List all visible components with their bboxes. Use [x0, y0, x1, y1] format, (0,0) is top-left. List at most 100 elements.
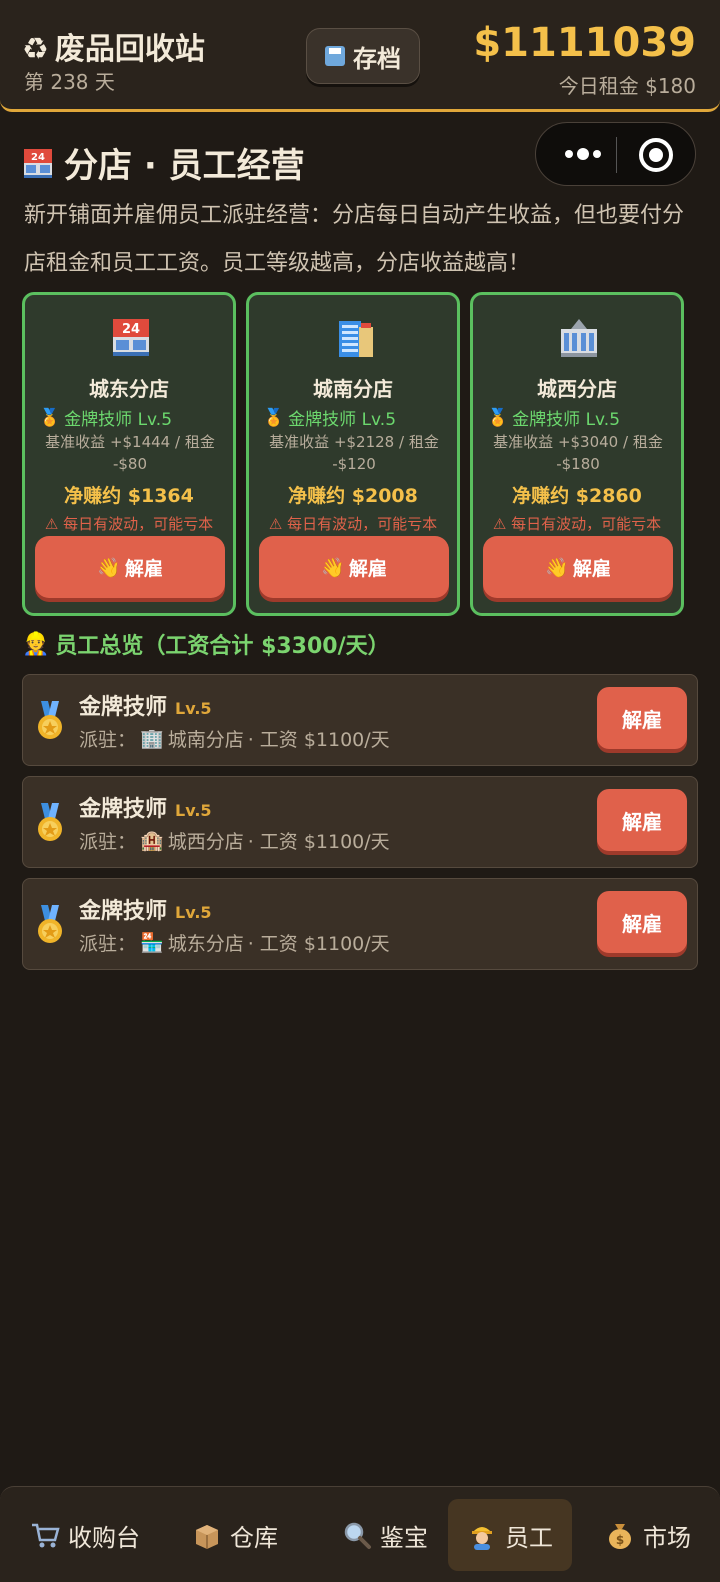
- nav-tab-staff[interactable]: 员工: [448, 1499, 572, 1571]
- convenience-store-icon: 24: [24, 148, 52, 178]
- nav-tab-appraise[interactable]: 鉴宝: [318, 1499, 452, 1571]
- fire-button[interactable]: 👋 解雇: [35, 536, 225, 598]
- hotel-icon: 🏨: [140, 830, 164, 852]
- employee-name: 金牌技师 Lv.5: [79, 893, 212, 925]
- employee-assignment: 派驻： 🏢 城南分店 · 工资 $1100/天: [79, 725, 390, 752]
- branch-warning: ⚠ 每日有波动，可能亏本: [268, 515, 438, 533]
- page-title: 24 分店 · 员工经营: [22, 138, 305, 187]
- employee-name-text: 金牌技师: [79, 899, 168, 924]
- cart-icon: [32, 1523, 60, 1548]
- fire-label: 解雇: [124, 557, 163, 580]
- branch-name: 城南分店: [313, 377, 393, 401]
- assign-prefix: 派驻：: [79, 729, 137, 751]
- nav-tab-warehouse[interactable]: 仓库: [168, 1499, 302, 1571]
- waving-hand-icon: 👋: [545, 556, 569, 579]
- medal-icon: 🏅: [263, 407, 285, 428]
- svg-text:24: 24: [122, 322, 140, 337]
- miniprogram-capsule: [535, 122, 696, 186]
- employee-name: 金牌技师 Lv.5: [79, 791, 212, 823]
- app-title: ♻ 废品回收站: [22, 24, 205, 68]
- employee-name-text: 金牌技师: [79, 695, 168, 720]
- money-balance: $1111039: [473, 20, 696, 66]
- fire-button[interactable]: 解雇: [597, 687, 687, 749]
- employee-assignment: 派驻： 🏨 城西分店 · 工资 $1100/天: [79, 827, 390, 854]
- worker-icon: [472, 1527, 492, 1550]
- branch-staff-label: 金牌技师 Lv.5: [288, 410, 397, 430]
- day-counter: 第 238 天: [24, 70, 115, 94]
- top-bar: ♻ 废品回收站 第 238 天 存档 $1111039 今日租金 $180: [0, 0, 720, 112]
- assign-prefix: 派驻：: [79, 933, 137, 955]
- assign-branch: 城西分店: [167, 831, 244, 853]
- fire-label: 解雇: [572, 557, 611, 580]
- branch-card-west: 城西分店 🏅 金牌技师 Lv.5 基准收益 +$3040 / 租金 -$180 净…: [470, 292, 684, 616]
- assign-prefix: 派驻：: [79, 831, 137, 853]
- employee-name: 金牌技师 Lv.5: [79, 689, 212, 721]
- overview-title-text: 员工总览（工资合计 $3300/天）: [55, 634, 390, 659]
- employee-level: Lv.5: [175, 903, 212, 922]
- more-menu-icon[interactable]: [558, 141, 608, 167]
- branch-staff-label: 金牌技师 Lv.5: [64, 410, 173, 430]
- nav-label: 员工: [505, 1523, 553, 1552]
- fire-button[interactable]: 👋 解雇: [483, 536, 673, 598]
- medal-icon: [38, 701, 62, 739]
- close-miniprogram-icon[interactable]: [639, 138, 673, 172]
- save-label: 存档: [353, 44, 401, 73]
- branch-card-east: 24 城东分店 🏅 金牌技师 Lv.5 基准收益 +$1444 / 租金 -$80…: [22, 292, 236, 616]
- employee-assignment: 派驻： 🏪 城东分店 · 工资 $1100/天: [79, 929, 390, 956]
- convenience-store-icon: 24: [113, 319, 149, 356]
- branch-name: 城东分店: [89, 377, 169, 401]
- fire-button[interactable]: 解雇: [597, 789, 687, 851]
- medal-icon: 🏅: [39, 407, 61, 428]
- medal-icon: [38, 803, 62, 841]
- branch-warning: ⚠ 每日有波动，可能亏本: [44, 515, 214, 533]
- assign-wage: · 工资 $1100/天: [247, 831, 390, 853]
- waving-hand-icon: 👋: [97, 556, 121, 579]
- page-description: 新开铺面并雇佣员工派驻经营：分店每日自动产生收益，但也要付分店租金和员工工资。员…: [24, 203, 685, 276]
- employee-name-text: 金牌技师: [79, 797, 168, 822]
- employee-row: 金牌技师 Lv.5 派驻： 🏪 城东分店 · 工资 $1100/天 解雇: [22, 878, 698, 970]
- branch-net-income: 净赚约 $2860: [512, 485, 642, 507]
- branch-name: 城西分店: [537, 377, 617, 401]
- assign-branch: 城南分店: [167, 729, 244, 751]
- svg-text:$: $: [616, 1533, 624, 1547]
- nav-label: 鉴宝: [380, 1523, 428, 1552]
- assign-branch: 城东分店: [167, 933, 244, 955]
- worker-icon: 👷: [22, 631, 50, 657]
- hotel-icon: [561, 319, 597, 357]
- medal-icon: 🏅: [487, 407, 509, 428]
- medal-icon: [38, 905, 62, 943]
- save-button[interactable]: 存档: [306, 28, 420, 84]
- branch-base-income: 基准收益 +$2128 / 租金 -$120: [269, 433, 439, 473]
- box-icon: [196, 1525, 218, 1549]
- branch-warning: ⚠ 每日有波动，可能亏本: [492, 515, 662, 533]
- branch-card-south: 城南分店 🏅 金牌技师 Lv.5 基准收益 +$2128 / 租金 -$120 净…: [246, 292, 460, 616]
- branch-net-income: 净赚约 $2008: [288, 485, 418, 507]
- page-title-text: 分店 · 员工经营: [64, 146, 305, 186]
- waving-hand-icon: 👋: [321, 556, 345, 579]
- assign-wage: · 工资 $1100/天: [247, 729, 390, 751]
- money-bag-icon: $: [609, 1524, 631, 1549]
- nav-tab-market[interactable]: $ 市场: [586, 1499, 710, 1571]
- nav-label: 收购台: [68, 1523, 140, 1552]
- recycle-icon: ♻: [22, 32, 49, 67]
- nav-tab-purchase[interactable]: 收购台: [18, 1499, 152, 1571]
- employee-level: Lv.5: [175, 699, 212, 718]
- app-title-text: 废品回收站: [54, 32, 205, 67]
- capsule-divider: [616, 137, 617, 173]
- office-building-icon: 🏢: [140, 728, 164, 750]
- magnifier-icon: [344, 1522, 371, 1549]
- bottom-nav: 收购台 仓库 鉴宝 员工 $ 市场: [0, 1486, 720, 1582]
- convenience-store-icon: 🏪: [140, 932, 164, 954]
- office-building-icon: [339, 321, 373, 357]
- branch-staff: 🏅 金牌技师 Lv.5: [39, 405, 173, 431]
- nav-label: 仓库: [230, 1523, 278, 1552]
- fire-button[interactable]: 👋 解雇: [259, 536, 449, 598]
- floppy-disk-icon: [325, 46, 345, 66]
- branch-staff: 🏅 金牌技师 Lv.5: [487, 405, 621, 431]
- daily-rent: 今日租金 $180: [558, 74, 696, 98]
- branch-net-income: 净赚约 $1364: [64, 485, 194, 507]
- assign-wage: · 工资 $1100/天: [247, 933, 390, 955]
- nav-label: 市场: [643, 1523, 691, 1552]
- branch-staff-label: 金牌技师 Lv.5: [512, 410, 621, 430]
- fire-button[interactable]: 解雇: [597, 891, 687, 953]
